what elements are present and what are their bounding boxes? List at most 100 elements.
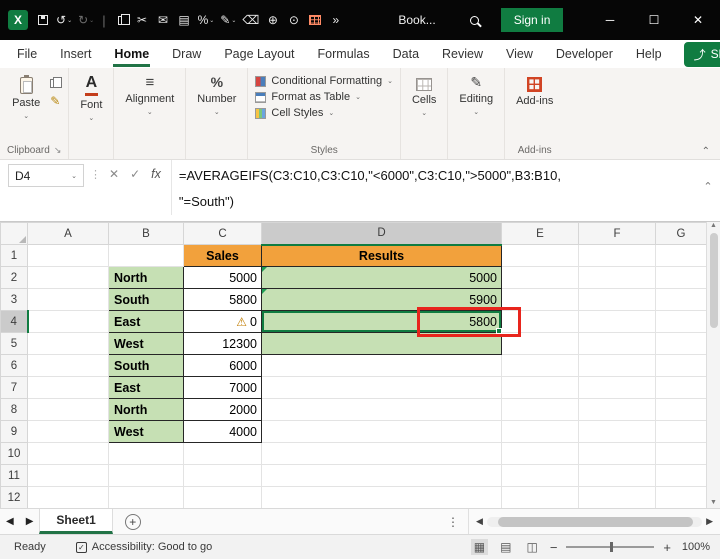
cell-D2[interactable]: 5000: [261, 266, 502, 289]
menu-tab-help[interactable]: Help: [635, 42, 663, 67]
excel-logo-icon[interactable]: X: [8, 10, 28, 30]
scroll-up-icon[interactable]: ▲: [710, 222, 717, 229]
close-button[interactable]: ✕: [676, 0, 720, 40]
menu-tab-draw[interactable]: Draw: [171, 42, 202, 67]
cell-B10[interactable]: [108, 442, 184, 465]
tab-scroll-right-icon[interactable]: ▶: [20, 516, 40, 527]
cell-G6[interactable]: [655, 354, 707, 377]
add-sheet-button[interactable]: +: [124, 513, 141, 530]
zoom-out-button[interactable]: −: [550, 540, 558, 555]
cell-A1[interactable]: [27, 244, 109, 267]
cell-D9[interactable]: [261, 420, 502, 443]
menu-tab-data[interactable]: Data: [392, 42, 420, 67]
cell-D8[interactable]: [261, 398, 502, 421]
col-header-F[interactable]: F: [578, 222, 656, 245]
copy-icon[interactable]: [114, 13, 130, 25]
number-button[interactable]: % Number ⌄: [193, 73, 240, 118]
cell-E10[interactable]: [501, 442, 579, 465]
select-all-corner[interactable]: [0, 222, 28, 245]
menu-tab-view[interactable]: View: [505, 42, 534, 67]
cell-E11[interactable]: [501, 464, 579, 487]
cell-F8[interactable]: [578, 398, 656, 421]
row-header-3[interactable]: 3: [0, 288, 28, 311]
menu-tab-formulas[interactable]: Formulas: [317, 42, 371, 67]
col-header-E[interactable]: E: [501, 222, 579, 245]
search-icon[interactable]: [469, 15, 479, 25]
cell-C3[interactable]: 5800: [183, 288, 262, 311]
camera-icon[interactable]: ⊙: [286, 13, 301, 27]
cell-F7[interactable]: [578, 376, 656, 399]
cell-D7[interactable]: [261, 376, 502, 399]
view-normal-button[interactable]: ▦: [470, 539, 489, 555]
copy-icon[interactable]: [50, 77, 63, 88]
cell-C4[interactable]: ⚠ 0: [183, 310, 262, 333]
conditional-formatting-button[interactable]: Conditional Formatting ⌄: [255, 75, 393, 87]
cell-F11[interactable]: [578, 464, 656, 487]
cell-F3[interactable]: [578, 288, 656, 311]
cell-C2[interactable]: 5000: [183, 266, 262, 289]
row-header-11[interactable]: 11: [0, 464, 28, 487]
name-box[interactable]: D4 ⌄: [8, 164, 84, 187]
cell-G2[interactable]: [655, 266, 707, 289]
cell-E1[interactable]: [501, 244, 579, 267]
sheet-options-icon[interactable]: ⋮: [438, 515, 468, 529]
cells-button[interactable]: Cells ⌄: [408, 73, 440, 119]
cell-F4[interactable]: [578, 310, 656, 333]
font-button[interactable]: A Font ⌄: [76, 73, 106, 124]
scroll-left-icon[interactable]: ◀: [472, 516, 487, 527]
cell-F5[interactable]: [578, 332, 656, 355]
formula-input[interactable]: =AVERAGEIFS(C3:C10,C3:C10,"<6000",C3:C10…: [170, 160, 696, 215]
cell-A6[interactable]: [27, 354, 109, 377]
cell-F1[interactable]: [578, 244, 656, 267]
table-borders-icon[interactable]: [307, 15, 322, 25]
cell-B3[interactable]: South: [108, 288, 184, 311]
cell-B4[interactable]: East: [108, 310, 184, 333]
undo-icon[interactable]: ↺ ⌄: [56, 13, 72, 27]
cell-A2[interactable]: [27, 266, 109, 289]
menu-tab-home[interactable]: Home: [113, 42, 151, 67]
sign-in-button[interactable]: Sign in: [500, 8, 564, 32]
row-header-12[interactable]: 12: [0, 486, 28, 508]
tab-scroll-left-icon[interactable]: ◀: [0, 516, 20, 527]
row-header-5[interactable]: 5: [0, 332, 28, 355]
cell-B9[interactable]: West: [108, 420, 184, 443]
cell-A12[interactable]: [27, 486, 109, 508]
share-button[interactable]: ⤴ Share ⌄: [683, 41, 720, 67]
row-header-10[interactable]: 10: [0, 442, 28, 465]
horizontal-scroll-thumb[interactable]: [497, 516, 694, 527]
addins-button[interactable]: Add-ins: [512, 73, 557, 109]
cell-D1[interactable]: Results: [261, 244, 502, 267]
cell-F2[interactable]: [578, 266, 656, 289]
percent-icon[interactable]: % ⌄: [198, 13, 215, 27]
enter-icon[interactable]: ✓: [130, 167, 140, 181]
maximize-button[interactable]: ☐: [632, 0, 676, 40]
menu-tab-developer[interactable]: Developer: [555, 42, 614, 67]
cell-G4[interactable]: [655, 310, 707, 333]
cell-C11[interactable]: [183, 464, 262, 487]
row-header-6[interactable]: 6: [0, 354, 28, 377]
cancel-icon[interactable]: ✕: [109, 167, 119, 181]
alignment-button[interactable]: ≡ Alignment ⌄: [121, 73, 178, 118]
cell-F12[interactable]: [578, 486, 656, 508]
col-header-A[interactable]: A: [27, 222, 109, 245]
formula-bar-handle[interactable]: ⋮: [90, 168, 101, 181]
cell-E4[interactable]: [501, 310, 579, 333]
col-header-C[interactable]: C: [183, 222, 262, 245]
cell-C9[interactable]: 4000: [183, 420, 262, 443]
cell-E2[interactable]: [501, 266, 579, 289]
cell-A5[interactable]: [27, 332, 109, 355]
cell-F10[interactable]: [578, 442, 656, 465]
cell-C10[interactable]: [183, 442, 262, 465]
cell-G7[interactable]: [655, 376, 707, 399]
cell-B2[interactable]: North: [108, 266, 184, 289]
menu-tab-review[interactable]: Review: [441, 42, 484, 67]
row-header-4[interactable]: 4: [0, 310, 29, 333]
cell-B8[interactable]: North: [108, 398, 184, 421]
cell-D4[interactable]: 5800: [261, 310, 502, 333]
dialog-launcher-icon[interactable]: ↘: [54, 145, 62, 156]
cell-F9[interactable]: [578, 420, 656, 443]
cell-B6[interactable]: South: [108, 354, 184, 377]
cell-A8[interactable]: [27, 398, 109, 421]
cell-G10[interactable]: [655, 442, 707, 465]
cell-E12[interactable]: [501, 486, 579, 508]
